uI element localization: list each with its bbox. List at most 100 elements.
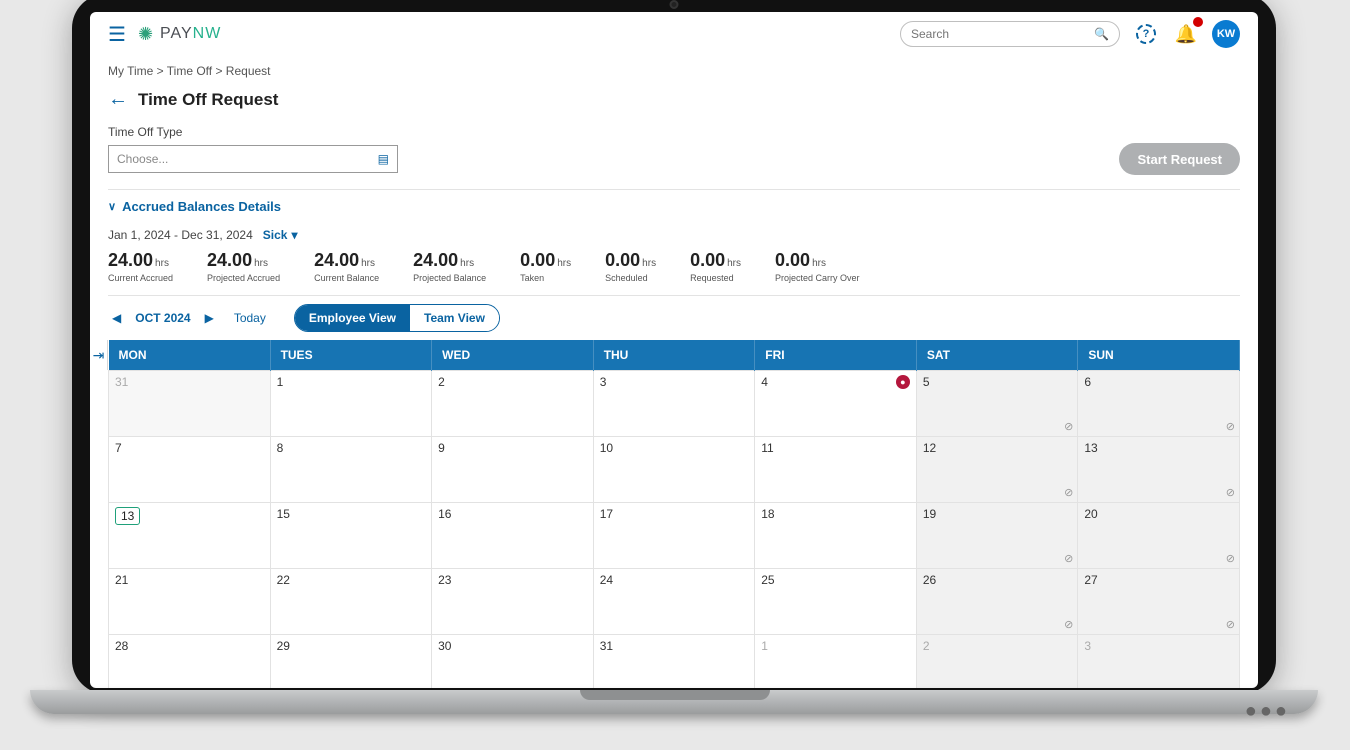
- balance-stat: 24.00hrsProjected Balance: [413, 250, 486, 283]
- calendar-cell[interactable]: 18: [755, 503, 917, 569]
- calendar-cell[interactable]: 1: [755, 635, 917, 689]
- expand-sidebar-button[interactable]: ⇥: [90, 340, 108, 370]
- stat-unit: hrs: [361, 258, 375, 269]
- calendar-cell[interactable]: 30: [432, 635, 594, 689]
- stat-label: Scheduled: [605, 273, 656, 283]
- blocked-icon: ⊘: [1226, 420, 1235, 433]
- time-off-type-placeholder: Choose...: [117, 152, 168, 166]
- stat-unit: hrs: [460, 258, 474, 269]
- search-input[interactable]: 🔍: [900, 21, 1120, 47]
- calendar-cell[interactable]: 23: [432, 569, 594, 635]
- calendar-cell[interactable]: 16: [432, 503, 594, 569]
- calendar-cell[interactable]: 29: [270, 635, 432, 689]
- stat-value: 24.00: [314, 250, 359, 271]
- next-month-button[interactable]: ▶: [201, 309, 218, 327]
- laptop-feet: ●●●: [1245, 700, 1290, 723]
- balance-date-range: Jan 1, 2024 - Dec 31, 2024: [108, 228, 253, 242]
- calendar-cell[interactable]: 10: [593, 437, 755, 503]
- calendar-day-header: SAT: [916, 340, 1078, 371]
- help-button[interactable]: ?: [1132, 20, 1160, 48]
- balance-stat: 24.00hrsProjected Accrued: [207, 250, 280, 283]
- laptop-camera: [670, 0, 679, 9]
- balance-stat: 0.00hrs Scheduled: [605, 250, 656, 283]
- stat-label: Projected Accrued: [207, 273, 280, 283]
- stat-unit: hrs: [557, 258, 571, 269]
- menu-icon[interactable]: ☰: [108, 22, 126, 47]
- balance-stat: 0.00hrsTaken: [520, 250, 571, 283]
- breadcrumb[interactable]: My Time > Time Off > Request: [108, 64, 1240, 78]
- notifications-button[interactable]: 🔔: [1172, 20, 1200, 48]
- chevron-down-icon: ∨: [108, 200, 116, 213]
- calendar-cell[interactable]: 31: [109, 371, 271, 437]
- balance-type-select[interactable]: Sick ▾: [263, 228, 298, 242]
- calendar-cell[interactable]: 12⊘: [916, 437, 1078, 503]
- stat-unit: hrs: [812, 258, 826, 269]
- calendar-cell[interactable]: 8: [270, 437, 432, 503]
- logo-text-nw: NW: [193, 25, 222, 42]
- stat-value: 0.00: [775, 250, 810, 271]
- stat-label: Requested: [690, 273, 741, 283]
- search-field[interactable]: [911, 27, 1094, 41]
- avatar[interactable]: KW: [1212, 20, 1240, 48]
- calendar-cell[interactable]: 28: [109, 635, 271, 689]
- calendar-day-header: WED: [432, 340, 594, 371]
- calendar-cell[interactable]: 5⊘: [916, 371, 1078, 437]
- calendar-cell[interactable]: 31: [593, 635, 755, 689]
- balance-stat: 24.00hrsCurrent Accrued: [108, 250, 173, 283]
- calendar-cell[interactable]: 26⊘: [916, 569, 1078, 635]
- calendar-cell[interactable]: 17: [593, 503, 755, 569]
- team-view-tab[interactable]: Team View: [410, 305, 499, 331]
- time-off-type-label: Time Off Type: [108, 125, 1240, 139]
- calendar-cell[interactable]: 3: [1078, 635, 1240, 689]
- calendar-month[interactable]: OCT 2024: [135, 311, 190, 325]
- balance-stat: 24.00hrsCurrent Balance: [314, 250, 379, 283]
- time-off-type-select[interactable]: Choose... ▤: [108, 145, 398, 173]
- calendar-cell[interactable]: 4●: [755, 371, 917, 437]
- start-request-button[interactable]: Start Request: [1119, 143, 1240, 175]
- calendar-cell[interactable]: 7: [109, 437, 271, 503]
- calendar-cell[interactable]: 11: [755, 437, 917, 503]
- calendar-cell[interactable]: 9: [432, 437, 594, 503]
- stat-value: 24.00: [413, 250, 458, 271]
- stat-unit: hrs: [155, 258, 169, 269]
- employee-view-tab[interactable]: Employee View: [295, 305, 410, 331]
- accrued-balances-toggle[interactable]: ∨ Accrued Balances Details: [108, 199, 281, 214]
- calendar-cell[interactable]: 25: [755, 569, 917, 635]
- notification-badge: [1193, 17, 1203, 27]
- stat-label: Taken: [520, 273, 571, 283]
- divider: [108, 295, 1240, 296]
- brand-logo: ✺ PAYNW: [138, 24, 221, 45]
- calendar-cell[interactable]: 20⊘: [1078, 503, 1240, 569]
- calendar-cell[interactable]: 13: [109, 503, 271, 569]
- calendar-cell[interactable]: 13⊘: [1078, 437, 1240, 503]
- today-button[interactable]: Today: [234, 311, 266, 325]
- blocked-icon: ⊘: [1226, 486, 1235, 499]
- logo-icon: ✺: [138, 24, 154, 45]
- calendar-cell[interactable]: 2: [916, 635, 1078, 689]
- stat-value: 0.00: [605, 250, 640, 271]
- calendar-cell[interactable]: 19⊘: [916, 503, 1078, 569]
- calendar-day-header: TUES: [270, 340, 432, 371]
- calendar-cell[interactable]: 15: [270, 503, 432, 569]
- calendar-cell[interactable]: 1: [270, 371, 432, 437]
- stat-value: 24.00: [207, 250, 252, 271]
- back-button[interactable]: ←: [108, 88, 128, 111]
- blocked-icon: ⊘: [1226, 552, 1235, 565]
- stat-unit: hrs: [727, 258, 741, 269]
- balance-stat: 0.00hrs Projected Carry Over: [775, 250, 860, 283]
- calendar-cell[interactable]: 24: [593, 569, 755, 635]
- calendar-cell[interactable]: 22: [270, 569, 432, 635]
- blocked-icon: ⊘: [1064, 552, 1073, 565]
- calendar-cell[interactable]: 21: [109, 569, 271, 635]
- prev-month-button[interactable]: ◀: [108, 309, 125, 327]
- calendar-cell[interactable]: 2: [432, 371, 594, 437]
- calendar-cell[interactable]: 3: [593, 371, 755, 437]
- view-toggle: Employee View Team View: [294, 304, 500, 332]
- bell-icon: 🔔: [1175, 24, 1197, 45]
- calendar-cell[interactable]: 6⊘: [1078, 371, 1240, 437]
- blocked-icon: ⊘: [1064, 420, 1073, 433]
- stat-unit: hrs: [642, 258, 656, 269]
- stat-label: Projected Carry Over: [775, 273, 860, 283]
- calendar-cell[interactable]: 27⊘: [1078, 569, 1240, 635]
- event-dot-icon: ●: [896, 375, 910, 389]
